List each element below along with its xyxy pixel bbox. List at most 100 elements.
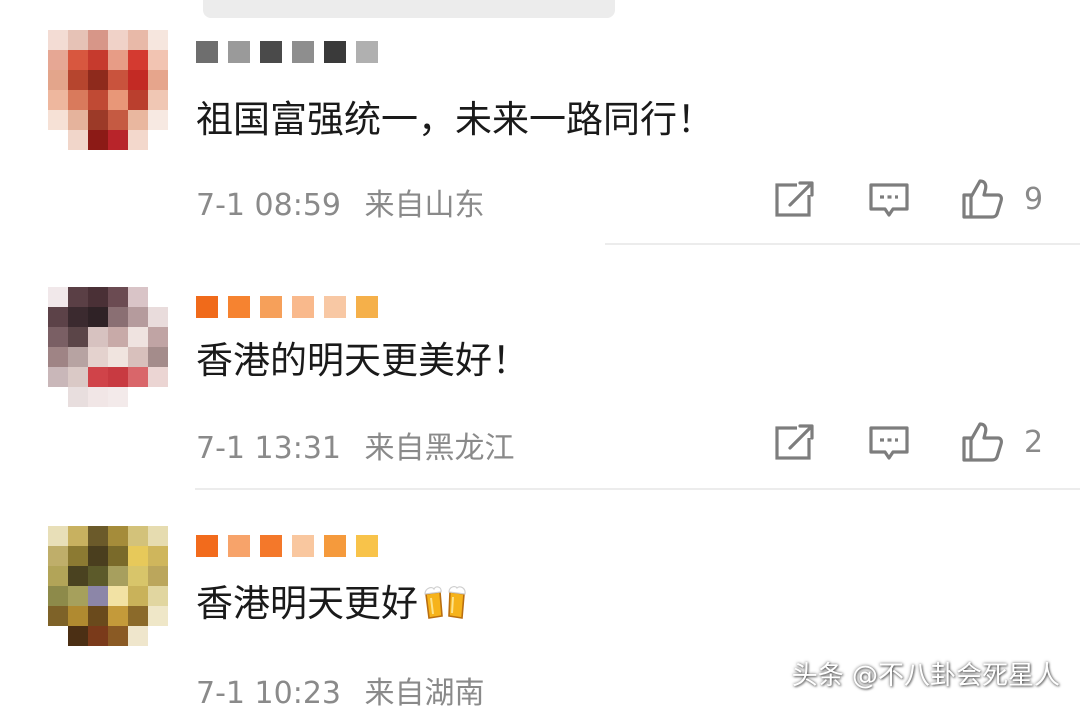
avatar-pixel xyxy=(108,586,128,606)
avatar-pixel xyxy=(128,287,148,307)
avatar[interactable] xyxy=(48,526,168,646)
avatar-pixel xyxy=(108,387,128,407)
avatar-pixel xyxy=(148,606,168,626)
avatar-pixel xyxy=(148,566,168,586)
comment-time: 7-1 13:31 xyxy=(196,431,341,466)
watermark: 头条 @不八卦会死星人 xyxy=(791,661,1060,691)
avatar-pixel xyxy=(148,110,168,130)
avatar-pixel xyxy=(88,606,108,626)
avatar-pixel xyxy=(148,307,168,327)
avatar-pixel xyxy=(128,566,148,586)
avatar-pixel xyxy=(128,387,148,407)
reply-icon xyxy=(869,183,909,217)
avatar-pixel xyxy=(48,626,68,646)
reply-button[interactable] xyxy=(865,174,913,224)
avatar-pixel xyxy=(68,307,88,327)
comment-meta: 7-1 08:59 来自山东 xyxy=(196,180,485,224)
avatar-pixel xyxy=(128,90,148,110)
avatar-pixel xyxy=(128,367,148,387)
username-pixel xyxy=(228,296,250,318)
avatar-pixel xyxy=(48,347,68,367)
avatar-pixel xyxy=(148,90,168,110)
avatar-pixel xyxy=(68,367,88,387)
avatar-pixel xyxy=(88,70,108,90)
avatar[interactable] xyxy=(48,30,168,150)
username-pixel xyxy=(228,535,250,557)
username-pixel xyxy=(196,41,218,63)
avatar-pixel xyxy=(148,130,168,150)
avatar-pixel xyxy=(148,526,168,546)
avatar[interactable] xyxy=(48,287,168,407)
avatar-pixel xyxy=(48,387,68,407)
comment-text: 香港的明天更美好！ xyxy=(196,339,529,382)
reply-button[interactable] xyxy=(865,417,913,467)
avatar-pixel xyxy=(88,287,108,307)
username-pixel xyxy=(260,41,282,63)
avatar-pixel xyxy=(48,30,68,50)
avatar-pixel xyxy=(68,90,88,110)
share-button[interactable] xyxy=(770,174,818,224)
username-blurred[interactable] xyxy=(196,532,378,560)
username-pixel xyxy=(228,41,250,63)
avatar-pixel xyxy=(48,70,68,90)
comment-text: 香港明天更好 xyxy=(196,582,470,626)
username-pixel xyxy=(292,41,314,63)
avatar-pixel xyxy=(128,586,148,606)
avatar-pixel xyxy=(68,110,88,130)
comment-meta: 7-1 10:23 来自湖南 xyxy=(196,668,485,712)
avatar-pixel xyxy=(68,566,88,586)
avatar-pixel xyxy=(68,526,88,546)
comment-actions: 9 xyxy=(770,174,1080,224)
username-pixel xyxy=(356,535,378,557)
avatar-pixel xyxy=(68,70,88,90)
avatar-pixel xyxy=(128,347,148,367)
avatar-pixel xyxy=(88,626,108,646)
avatar-pixel xyxy=(148,70,168,90)
avatar-pixel xyxy=(88,387,108,407)
username-pixel xyxy=(324,296,346,318)
avatar-pixel xyxy=(108,367,128,387)
avatar-pixel xyxy=(68,30,88,50)
username-pixel xyxy=(356,41,378,63)
comment-location: 来自山东 xyxy=(364,188,485,223)
avatar-pixel xyxy=(108,70,128,90)
username-pixel xyxy=(260,296,282,318)
avatar-pixel xyxy=(48,287,68,307)
avatar-pixel xyxy=(48,50,68,70)
avatar-pixel xyxy=(108,30,128,50)
username-pixel xyxy=(324,535,346,557)
avatar-pixel xyxy=(68,50,88,70)
avatar-pixel xyxy=(108,606,128,626)
avatar-pixel xyxy=(108,526,128,546)
avatar-pixel xyxy=(108,50,128,70)
avatar-pixel xyxy=(148,387,168,407)
avatar-pixel xyxy=(48,130,68,150)
thumbs-up-icon xyxy=(962,179,1003,219)
like-button[interactable]: 2 xyxy=(958,417,1043,467)
avatar-pixel xyxy=(68,606,88,626)
avatar-pixel xyxy=(128,526,148,546)
share-button[interactable] xyxy=(770,417,818,467)
username-blurred[interactable] xyxy=(196,38,378,66)
like-button[interactable]: 9 xyxy=(958,174,1043,224)
avatar-pixel xyxy=(148,347,168,367)
avatar-pixel xyxy=(88,546,108,566)
avatar-pixel xyxy=(88,307,108,327)
avatar-pixel xyxy=(108,566,128,586)
reply-icon xyxy=(869,426,909,460)
username-pixel xyxy=(292,296,314,318)
avatar-pixel xyxy=(68,287,88,307)
avatar-pixel xyxy=(148,367,168,387)
avatar-pixel xyxy=(68,546,88,566)
username-blurred[interactable] xyxy=(196,293,378,321)
avatar-pixel xyxy=(68,130,88,150)
avatar-pixel xyxy=(88,110,108,130)
username-pixel xyxy=(196,296,218,318)
avatar-pixel xyxy=(148,546,168,566)
username-pixel xyxy=(260,535,282,557)
avatar-pixel xyxy=(88,586,108,606)
beer-cheers-emoji-icon xyxy=(424,586,466,619)
avatar-pixel xyxy=(48,327,68,347)
avatar-pixel xyxy=(128,626,148,646)
comment-time: 7-1 08:59 xyxy=(196,188,341,223)
